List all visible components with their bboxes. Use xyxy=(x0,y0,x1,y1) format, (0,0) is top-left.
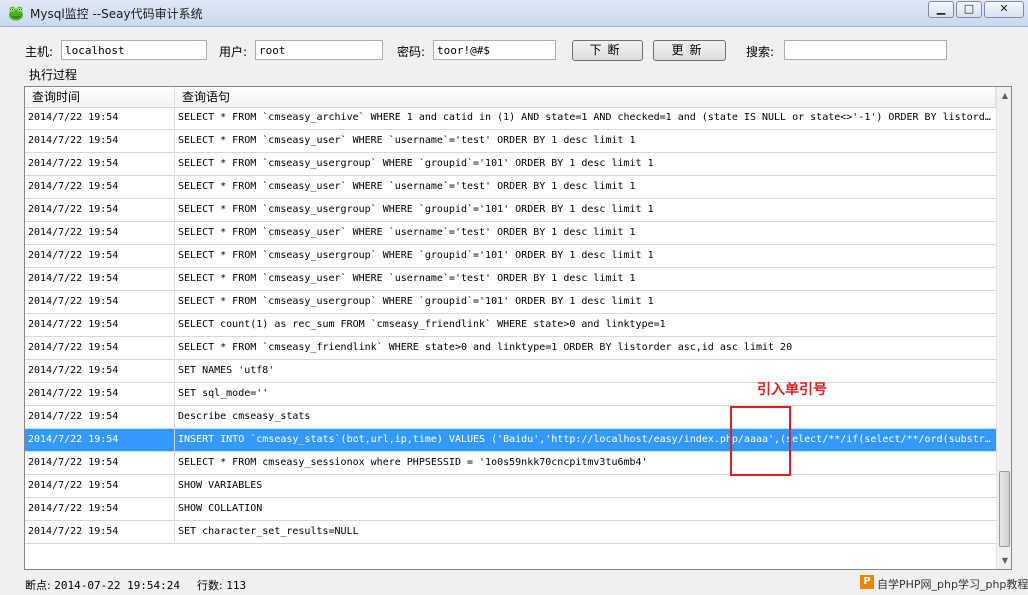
host-input[interactable] xyxy=(61,40,207,60)
table-row[interactable]: 2014/7/22 19:54 SET character_set_results… xyxy=(25,521,996,544)
row-time-cell: 2014/7/22 19:54 xyxy=(25,222,175,244)
app-frog-icon xyxy=(9,6,23,21)
table-row[interactable]: 2014/7/22 19:54 SELECT * FROM `cmseasy_us… xyxy=(25,245,996,268)
rowcount-value: 113 xyxy=(226,579,247,592)
row-time-cell: 2014/7/22 19:54 xyxy=(25,107,175,129)
table-row[interactable]: 2014/7/22 19:54 SELECT * FROM `cmseasy_ar… xyxy=(25,107,996,130)
table-row[interactable]: 2014/7/22 19:54 SELECT count(1) as rec_su… xyxy=(25,314,996,337)
table-row[interactable]: 2014/7/22 19:54 SET NAMES 'utf8' xyxy=(25,360,996,383)
watermark-text: 自学PHP网_php学习_php教程 xyxy=(877,578,1028,591)
row-time-cell: 2014/7/22 19:54 xyxy=(25,130,175,152)
row-time-cell: 2014/7/22 19:54 xyxy=(25,245,175,267)
row-sql-cell: SELECT * FROM cmseasy_sessionox where PH… xyxy=(178,457,648,468)
row-sql-cell: SELECT * FROM `cmseasy_user` WHERE `user… xyxy=(178,273,636,284)
php-logo-icon: P xyxy=(860,575,874,589)
table-row[interactable]: 2014/7/22 19:54 SELECT * FROM `cmseasy_fr… xyxy=(25,337,996,360)
vertical-scrollbar[interactable]: ▲ ▼ xyxy=(996,87,1011,569)
breakpoint-value: 2014-07-22 19:54:24 xyxy=(54,579,181,592)
table-row[interactable]: 2014/7/22 19:54 SELECT * FROM `cmseasy_us… xyxy=(25,176,996,199)
annotation-label: 引入单引号 xyxy=(757,382,827,398)
connection-toolbar: 主机: 用户: 密码: 下断 更新 搜索: xyxy=(0,40,1028,62)
scrollbar-thumb[interactable] xyxy=(999,471,1010,547)
row-sql-cell: SELECT * FROM `cmseasy_usergroup` WHERE … xyxy=(178,204,654,215)
row-time-cell: 2014/7/22 19:54 xyxy=(25,153,175,175)
table-row[interactable]: 2014/7/22 19:54 SELECT * FROM `cmseasy_us… xyxy=(25,130,996,153)
annotation-highlight-box xyxy=(730,406,791,476)
row-time-cell: 2014/7/22 19:54 xyxy=(25,406,175,428)
update-button[interactable]: 更新 xyxy=(653,40,726,61)
title-bar: Mysql监控 --Seay代码审计系统 ▁ □ ✕ xyxy=(0,0,1028,27)
row-sql-cell: INSERT INTO `cmseasy_stats`(bot,url,ip,t… xyxy=(178,434,996,445)
break-button[interactable]: 下断 xyxy=(572,40,643,61)
search-label: 搜索: xyxy=(746,45,775,59)
table-row[interactable]: 2014/7/22 19:54 SELECT * FROM cmseasy_ses… xyxy=(25,452,996,475)
row-sql-cell: Describe cmseasy_stats xyxy=(178,411,311,422)
breakpoint-status: 断点: 2014-07-22 19:54:24 xyxy=(25,577,180,593)
table-row[interactable]: 2014/7/22 19:54 SELECT * FROM `cmseasy_us… xyxy=(25,222,996,245)
user-label: 用户: xyxy=(219,45,248,59)
password-input[interactable] xyxy=(433,40,556,60)
row-sql-cell: SELECT count(1) as rec_sum FROM `cmseasy… xyxy=(178,319,666,330)
execution-group-label: 执行过程 xyxy=(29,68,78,82)
row-time-cell: 2014/7/22 19:54 xyxy=(25,383,175,405)
row-sql-cell: SELECT * FROM `cmseasy_usergroup` WHERE … xyxy=(178,158,654,169)
row-time-cell: 2014/7/22 19:54 xyxy=(25,521,175,543)
row-sql-cell: SHOW VARIABLES xyxy=(178,480,263,491)
row-sql-cell: SET NAMES 'utf8' xyxy=(178,365,275,376)
row-sql-cell: SELECT * FROM `cmseasy_usergroup` WHERE … xyxy=(178,250,654,261)
rowcount-label: 行数: xyxy=(197,579,223,592)
list-rows: 2014/7/22 19:54 SELECT * FROM `cmseasy_ar… xyxy=(25,107,996,544)
row-sql-cell: SELECT * FROM `cmseasy_archive` WHERE 1 … xyxy=(178,112,996,123)
table-row[interactable]: 2014/7/22 19:54 SET sql_mode='' xyxy=(25,383,996,406)
row-time-cell: 2014/7/22 19:54 xyxy=(25,337,175,359)
row-sql-cell: SELECT * FROM `cmseasy_user` WHERE `user… xyxy=(178,227,636,238)
password-label: 密码: xyxy=(397,45,426,59)
table-row[interactable]: 2014/7/22 19:54 SELECT * FROM `cmseasy_us… xyxy=(25,268,996,291)
table-row[interactable]: 2014/7/22 19:54 SELECT * FROM `cmseasy_us… xyxy=(25,153,996,176)
row-sql-cell: SELECT * FROM `cmseasy_friendlink` WHERE… xyxy=(178,342,793,353)
maximize-button[interactable]: □ xyxy=(956,1,982,18)
row-sql-cell: SET sql_mode='' xyxy=(178,388,269,399)
row-time-cell: 2014/7/22 19:54 xyxy=(25,268,175,290)
user-input[interactable] xyxy=(255,40,383,60)
row-sql-cell: SELECT * FROM `cmseasy_usergroup` WHERE … xyxy=(178,296,654,307)
table-row[interactable]: 2014/7/22 19:54 SHOW COLLATION xyxy=(25,498,996,521)
table-row[interactable]: 2014/7/22 19:54 Describe cmseasy_stats xyxy=(25,406,996,429)
minimize-button[interactable]: ▁ xyxy=(928,1,954,18)
window-title: Mysql监控 --Seay代码审计系统 xyxy=(30,7,203,21)
search-input[interactable] xyxy=(784,40,947,60)
row-sql-cell: SHOW COLLATION xyxy=(178,503,263,514)
table-row[interactable]: 2014/7/22 19:54 SHOW VARIABLES xyxy=(25,475,996,498)
list-header: 查询时间 查询语句 xyxy=(25,87,996,108)
breakpoint-label: 断点: xyxy=(25,579,51,592)
column-header-sql[interactable]: 查询语句 xyxy=(175,87,996,107)
table-row[interactable]: 2014/7/22 19:54 INSERT INTO `cmseasy_stat… xyxy=(25,429,996,452)
row-time-cell: 2014/7/22 19:54 xyxy=(25,475,175,497)
row-time-cell: 2014/7/22 19:54 xyxy=(25,360,175,382)
row-time-cell: 2014/7/22 19:54 xyxy=(25,291,175,313)
row-sql-cell: SET character_set_results=NULL xyxy=(178,526,359,537)
scroll-up-icon[interactable]: ▲ xyxy=(997,87,1011,104)
table-row[interactable]: 2014/7/22 19:54 SELECT * FROM `cmseasy_us… xyxy=(25,199,996,222)
query-list[interactable]: 查询时间 查询语句 2014/7/22 19:54 SELECT * FROM `… xyxy=(24,86,1012,570)
table-row[interactable]: 2014/7/22 19:54 SELECT * FROM `cmseasy_us… xyxy=(25,291,996,314)
rowcount-status: 行数: 113 xyxy=(197,577,246,593)
close-button[interactable]: ✕ xyxy=(984,1,1024,18)
host-label: 主机: xyxy=(25,45,54,59)
row-time-cell: 2014/7/22 19:54 xyxy=(25,429,175,451)
scroll-down-icon[interactable]: ▼ xyxy=(997,552,1011,569)
row-time-cell: 2014/7/22 19:54 xyxy=(25,452,175,474)
row-time-cell: 2014/7/22 19:54 xyxy=(25,176,175,198)
row-time-cell: 2014/7/22 19:54 xyxy=(25,199,175,221)
row-sql-cell: SELECT * FROM `cmseasy_user` WHERE `user… xyxy=(178,135,636,146)
row-time-cell: 2014/7/22 19:54 xyxy=(25,314,175,336)
column-header-time[interactable]: 查询时间 xyxy=(25,87,175,107)
row-sql-cell: SELECT * FROM `cmseasy_user` WHERE `user… xyxy=(178,181,636,192)
row-time-cell: 2014/7/22 19:54 xyxy=(25,498,175,520)
site-watermark: P 自学PHP网_php学习_php教程 xyxy=(857,572,1028,592)
